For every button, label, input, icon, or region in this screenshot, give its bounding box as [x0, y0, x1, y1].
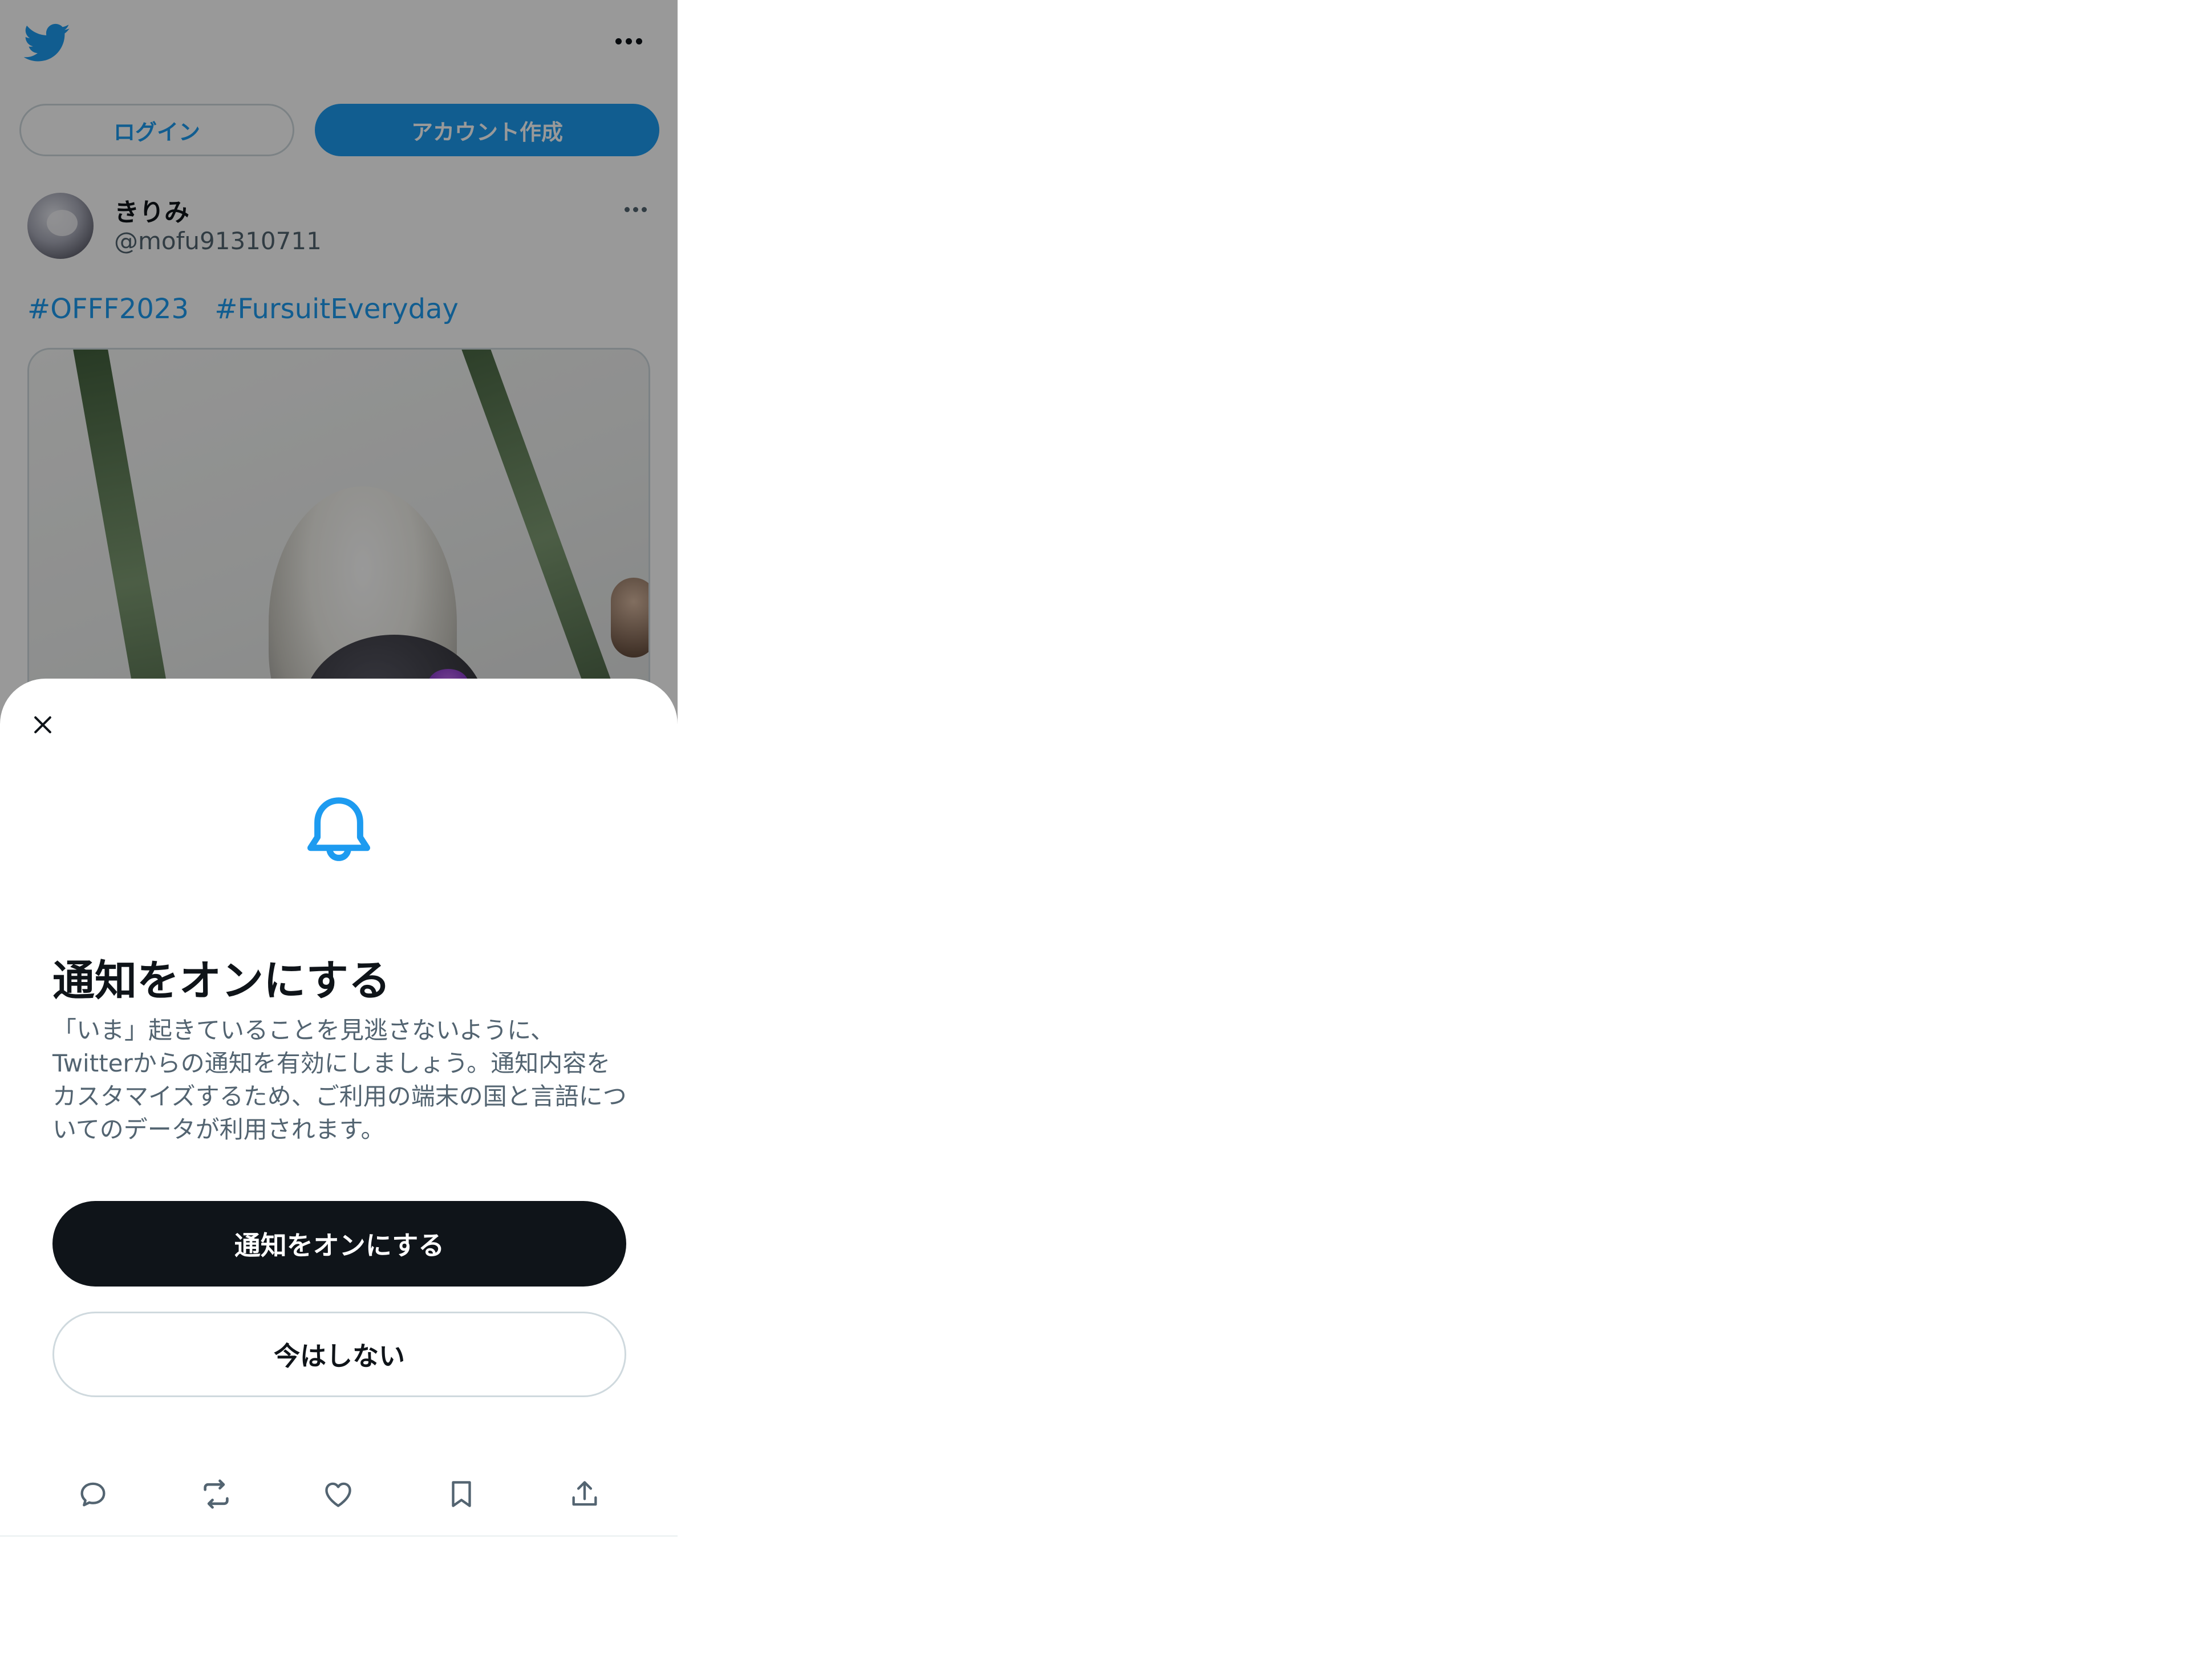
bell-icon: [307, 797, 370, 861]
close-button[interactable]: [24, 706, 62, 744]
retweet-button[interactable]: [196, 1474, 236, 1514]
sheet-description: 「いま」起きていることを見逃さないように、Twitterからの通知を有効にしまし…: [52, 1016, 627, 1143]
app-viewport: ログイン アカウント作成 きりみ @mofu91310711 #OFFF2023…: [0, 0, 678, 1540]
reply-button[interactable]: [73, 1474, 113, 1514]
retweet-icon: [204, 1479, 229, 1509]
sheet-title: 通知をオンにする: [52, 956, 391, 1005]
share-icon: [572, 1481, 597, 1506]
not-now-button[interactable]: 今はしない: [52, 1312, 626, 1397]
reply-icon: [80, 1482, 106, 1507]
close-icon: [34, 716, 51, 733]
like-button[interactable]: [318, 1474, 358, 1514]
bookmark-icon: [452, 1481, 471, 1507]
like-icon: [325, 1482, 351, 1507]
divider: [0, 1535, 678, 1537]
share-button[interactable]: [565, 1474, 605, 1514]
bookmark-button[interactable]: [441, 1474, 481, 1514]
enable-notifications-button[interactable]: 通知をオンにする: [52, 1201, 626, 1287]
